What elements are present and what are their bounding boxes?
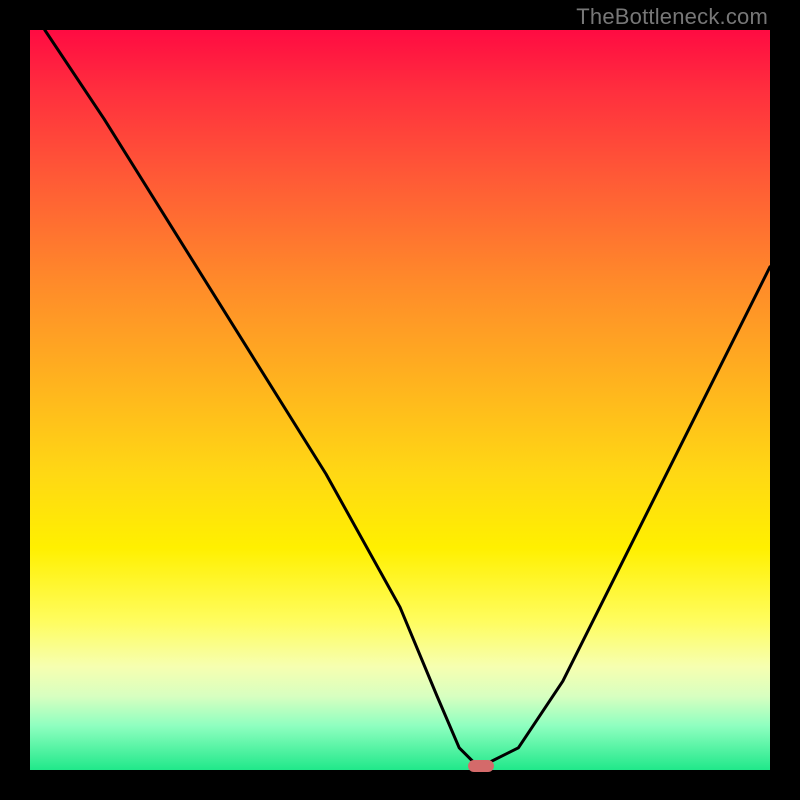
plot-area	[30, 30, 770, 770]
bottleneck-curve	[30, 30, 770, 770]
chart-frame: TheBottleneck.com	[0, 0, 800, 800]
optimal-marker	[468, 760, 494, 772]
watermark-text: TheBottleneck.com	[576, 4, 768, 30]
